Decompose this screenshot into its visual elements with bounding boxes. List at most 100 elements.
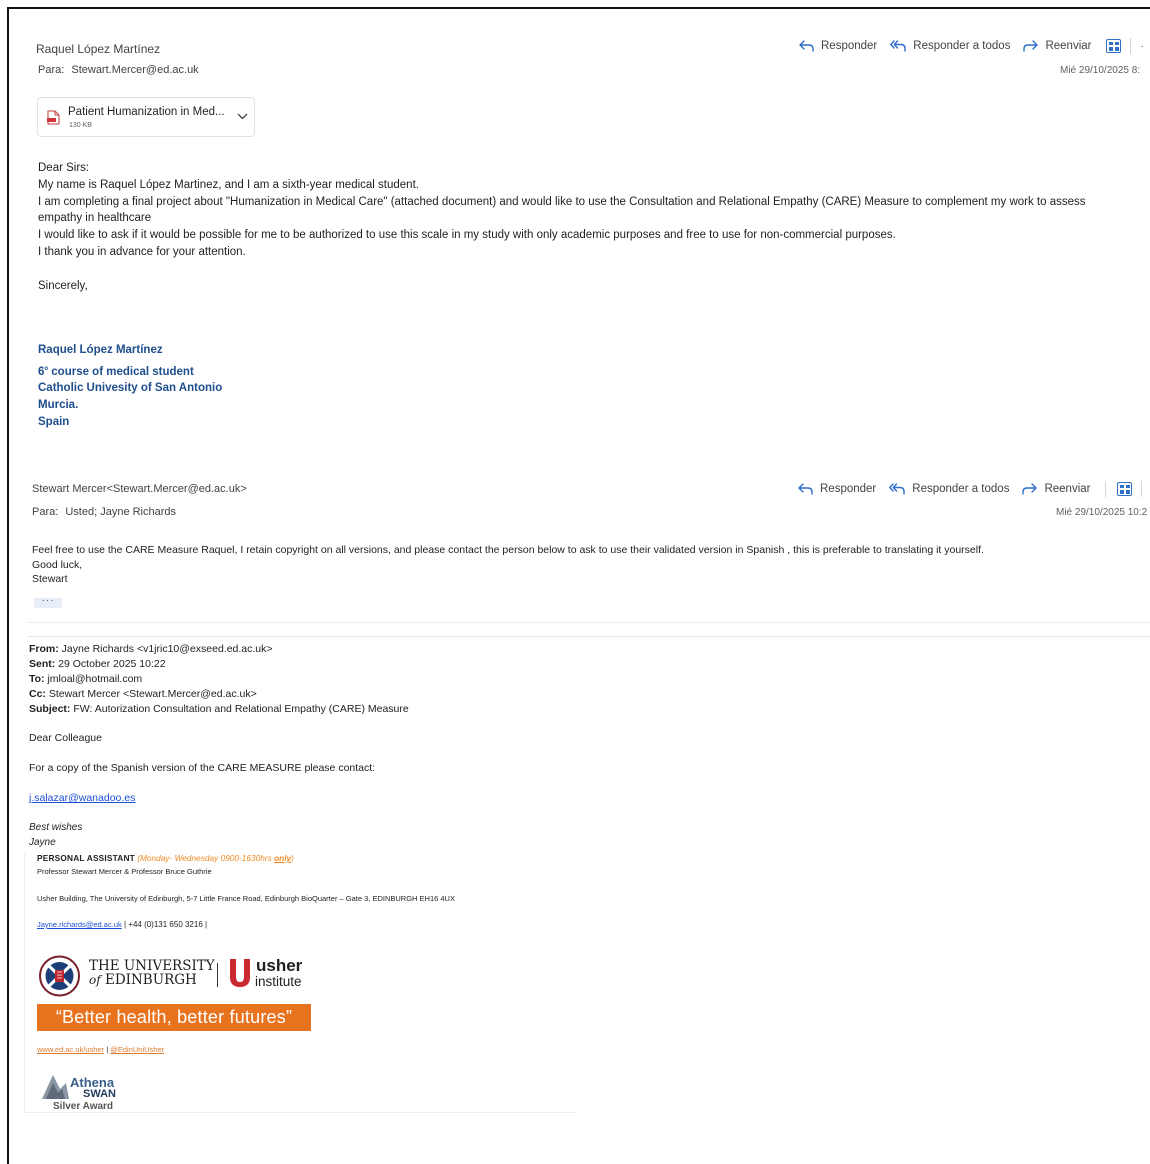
- forward-label: Reenviar: [1044, 483, 1091, 495]
- signature-city: Murcia.: [38, 399, 79, 412]
- signature-course: 6o course of medical student: [38, 361, 222, 381]
- quoted-from: From: Jayne Richards <v1jric10@exseed.ed…: [29, 642, 409, 657]
- show-quoted-text-button[interactable]: ···: [34, 596, 62, 608]
- toolbar-divider: [1105, 481, 1107, 497]
- divider: [24, 1112, 576, 1113]
- message-body: Feel free to use the CARE Measure Raquel…: [32, 543, 984, 587]
- pdf-file-icon: [47, 110, 60, 125]
- attachment-name: Patient Humanization in Med...: [68, 106, 225, 118]
- logo-edinburgh: EDINBURGH: [100, 971, 197, 988]
- pa-hours-text: (Monday- Wednesday 0900-1630hrs: [134, 853, 275, 863]
- toolbar-divider: [1141, 481, 1143, 497]
- sent-value: 29 October 2025 10:22: [55, 658, 166, 670]
- sender-name[interactable]: Stewart Mercer<Stewart.Mercer@ed.ac.uk>: [32, 483, 247, 495]
- quote-rule: [24, 853, 25, 1113]
- message-date: Mié 29/10/2025 10:2: [1056, 507, 1148, 518]
- reply-button[interactable]: Responder: [799, 40, 877, 52]
- quoted-cc: Cc: Stewart Mercer <Stewart.Mercer@ed.ac…: [29, 687, 409, 702]
- message-body: Dear Sirs: My name is Raquel López Marti…: [38, 160, 1128, 295]
- quoted-subject: Subject: FW: Autorization Consultation a…: [29, 702, 409, 717]
- body-line: Stewart: [32, 573, 68, 585]
- signature-block: Raquel López Martínez 6o course of medic…: [38, 342, 222, 431]
- toolbar-divider: [1130, 38, 1132, 54]
- university-logo-text: THE UNIVERSITY of EDINBURGH: [89, 959, 215, 988]
- body-line: Dear Sirs:: [38, 162, 90, 174]
- pa-only: only: [274, 853, 292, 863]
- address-line: Usher Building, The University of Edinbu…: [37, 894, 455, 903]
- chevron-down-icon[interactable]: [237, 113, 248, 120]
- from-value: Jayne Richards <v1jric10@exseed.ed.ac.uk…: [58, 643, 273, 655]
- sender-name[interactable]: Raquel López Martínez: [36, 42, 160, 56]
- pa-title-line: PERSONAL ASSISTANT (Monday- Wednesday 09…: [37, 853, 294, 863]
- slogan-banner: “Better health, better futures”: [37, 1004, 311, 1031]
- message-actions-toolbar: Responder Responder a todos Reenviar ·: [799, 38, 1145, 54]
- quoted-name: Jayne: [29, 837, 56, 848]
- quoted-to: To: jmloal@hotmail.com: [29, 672, 409, 687]
- forward-button[interactable]: Reenviar: [1023, 40, 1091, 52]
- recipient-line: Para: Usted; Jayne Richards: [32, 506, 176, 518]
- body-line: I thank you in advance for your attentio…: [38, 245, 246, 258]
- twitter-link[interactable]: @EdinUniUsher: [110, 1045, 164, 1054]
- recipient-line: Para: Stewart.Mercer@ed.ac.uk: [38, 64, 199, 76]
- pa-close: ): [291, 853, 294, 863]
- forward-button[interactable]: Reenviar: [1022, 483, 1090, 495]
- contact-email-link[interactable]: j.salazar@wanadoo.es: [29, 792, 135, 804]
- body-line: Good luck,: [32, 558, 83, 571]
- university-of-edinburgh-crest-icon: [39, 955, 80, 997]
- logo-of: of: [89, 972, 101, 987]
- body-line: I am completing a final project about "H…: [38, 195, 1086, 225]
- usher-logo-word: usher: [256, 956, 303, 975]
- quoted-sent: Sent: 29 October 2025 10:22: [29, 657, 409, 672]
- signature-country: Spain: [38, 416, 70, 429]
- reply-icon: [799, 40, 814, 52]
- subject-value: FW: Autorization Consultation and Relati…: [70, 703, 409, 715]
- contact-line: Jayne.richards@ed.ac.uk | +44 (0)131 650…: [37, 920, 207, 929]
- to-label: Para:: [38, 64, 65, 76]
- institute-logo-word: institute: [255, 974, 302, 989]
- sent-label: Sent:: [29, 658, 56, 670]
- pa-title: PERSONAL ASSISTANT: [37, 853, 135, 863]
- web-links-line: www.ed.ac.uk/usher | @EdinUniUsher: [37, 1045, 164, 1054]
- course-text: course of medical student: [48, 365, 194, 378]
- signature-university: Catholic Univesity of San Antonio: [38, 382, 223, 395]
- apps-grid-icon[interactable]: [1106, 39, 1122, 53]
- apps-grid-icon[interactable]: [1117, 482, 1133, 496]
- attachment-card[interactable]: Patient Humanization in Med... 130 KB: [37, 97, 255, 137]
- to-label: To:: [29, 673, 45, 685]
- message-actions-toolbar: Responder Responder a todos Reenviar ···: [798, 481, 1150, 497]
- reply-button[interactable]: Responder: [798, 483, 876, 495]
- recipient-address[interactable]: Usted; Jayne Richards: [65, 506, 176, 518]
- quoted-paragraph: For a copy of the Spanish version of the…: [29, 762, 376, 774]
- forward-label: Reenviar: [1045, 40, 1092, 52]
- cc-label: Cc:: [29, 688, 46, 700]
- reply-all-button[interactable]: Responder a todos: [889, 483, 1009, 495]
- to-label: Para:: [32, 506, 59, 518]
- closing-line: Sincerely,: [38, 279, 88, 292]
- signature-name: Raquel López Martínez: [38, 344, 163, 356]
- body-line: Feel free to use the CARE Measure Raquel…: [32, 544, 984, 556]
- pa-email-link[interactable]: Jayne.richards@ed.ac.uk: [37, 920, 122, 929]
- reply-label: Responder: [821, 40, 878, 52]
- more-options-button[interactable]: ·: [1140, 41, 1144, 52]
- professors-line: Professor Stewart Mercer & Professor Bru…: [37, 867, 212, 876]
- message-date: Mié 29/10/2025 8:: [1060, 65, 1141, 76]
- reply-all-icon: [889, 483, 905, 495]
- subject-label: Subject:: [29, 703, 71, 715]
- website-link[interactable]: www.ed.ac.uk/usher: [37, 1045, 104, 1054]
- reply-all-label: Responder a todos: [913, 40, 1011, 52]
- cc-value: Stewart Mercer <Stewart.Mercer@ed.ac.uk>: [45, 688, 257, 700]
- reply-all-label: Responder a todos: [912, 483, 1010, 495]
- usher-institute-logo-icon: [230, 959, 250, 987]
- to-value: jmloal@hotmail.com: [44, 673, 143, 685]
- pa-hours: (Monday- Wednesday 0900-1630hrs only): [135, 853, 294, 863]
- recipient-address[interactable]: Stewart.Mercer@ed.ac.uk: [71, 64, 198, 76]
- body-line: I would like to ask if it would be possi…: [38, 229, 896, 242]
- pa-phone: | +44 (0)131 650 3216 |: [121, 920, 208, 929]
- swan-logo-word: SWAN: [83, 1088, 116, 1100]
- attachment-size: 130 KB: [69, 122, 92, 129]
- quoted-wishes: Best wishes: [29, 822, 83, 833]
- silver-award-text: Silver Award: [53, 1101, 114, 1112]
- forward-icon: [1023, 40, 1039, 52]
- reply-label: Responder: [820, 483, 877, 495]
- reply-all-button[interactable]: Responder a todos: [890, 40, 1010, 52]
